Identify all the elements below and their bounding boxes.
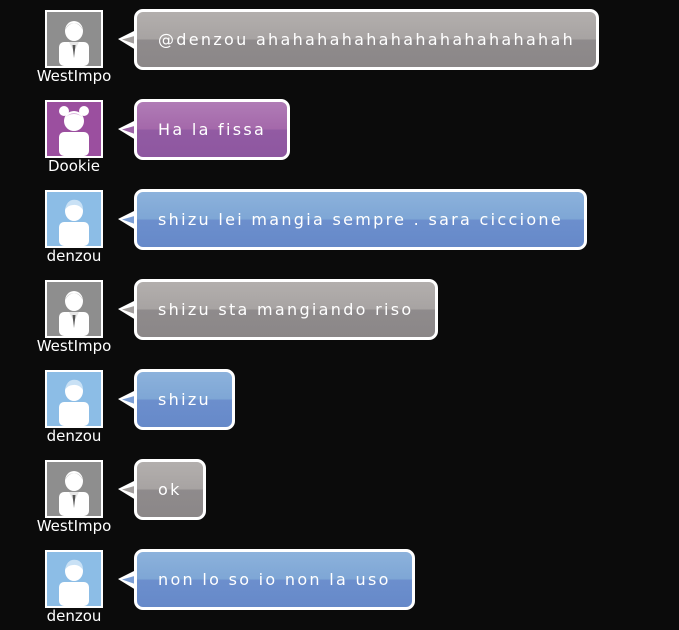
chat-message: denzou shizu lei mangia sempre . sara ci… xyxy=(0,180,679,270)
username[interactable]: WestImpo xyxy=(30,516,118,536)
chat-message: WestImpo @denzou ahahahahahahahahahahaha… xyxy=(0,0,679,90)
chat-message: WestImpo shizu sta mangiando riso xyxy=(0,270,679,360)
boy-avatar-icon[interactable] xyxy=(45,370,103,428)
boy-avatar-icon[interactable] xyxy=(45,190,103,248)
chat-message: denzou shizu xyxy=(0,360,679,450)
message-bubble: shizu lei mangia sempre . sara ciccione xyxy=(134,189,588,250)
message-bubble: @denzou ahahahahahahahahahahahahah xyxy=(134,9,600,70)
username[interactable]: WestImpo xyxy=(30,66,118,86)
businessman-avatar-icon[interactable] xyxy=(45,10,103,68)
message-bubble: shizu xyxy=(134,369,235,430)
businessman-avatar-icon[interactable] xyxy=(45,280,103,338)
username[interactable]: denzou xyxy=(30,246,118,266)
chat-message: Dookie Ha la fissa xyxy=(0,90,679,180)
message-bubble: ok xyxy=(134,459,206,520)
chat-message: WestImpo ok xyxy=(0,450,679,540)
message-bubble: shizu sta mangiando riso xyxy=(134,279,438,340)
username[interactable]: Dookie xyxy=(30,156,118,176)
girl-avatar-icon[interactable] xyxy=(45,100,103,158)
message-bubble: non lo so io non la uso xyxy=(134,549,415,610)
message-bubble: Ha la fissa xyxy=(134,99,291,160)
username[interactable]: WestImpo xyxy=(30,336,118,356)
username[interactable]: denzou xyxy=(30,426,118,446)
boy-avatar-icon[interactable] xyxy=(45,550,103,608)
businessman-avatar-icon[interactable] xyxy=(45,460,103,518)
username[interactable]: denzou xyxy=(30,606,118,626)
chat-message: denzou non lo so io non la uso xyxy=(0,540,679,630)
chat-log: WestImpo @denzou ahahahahahahahahahahaha… xyxy=(0,0,679,625)
